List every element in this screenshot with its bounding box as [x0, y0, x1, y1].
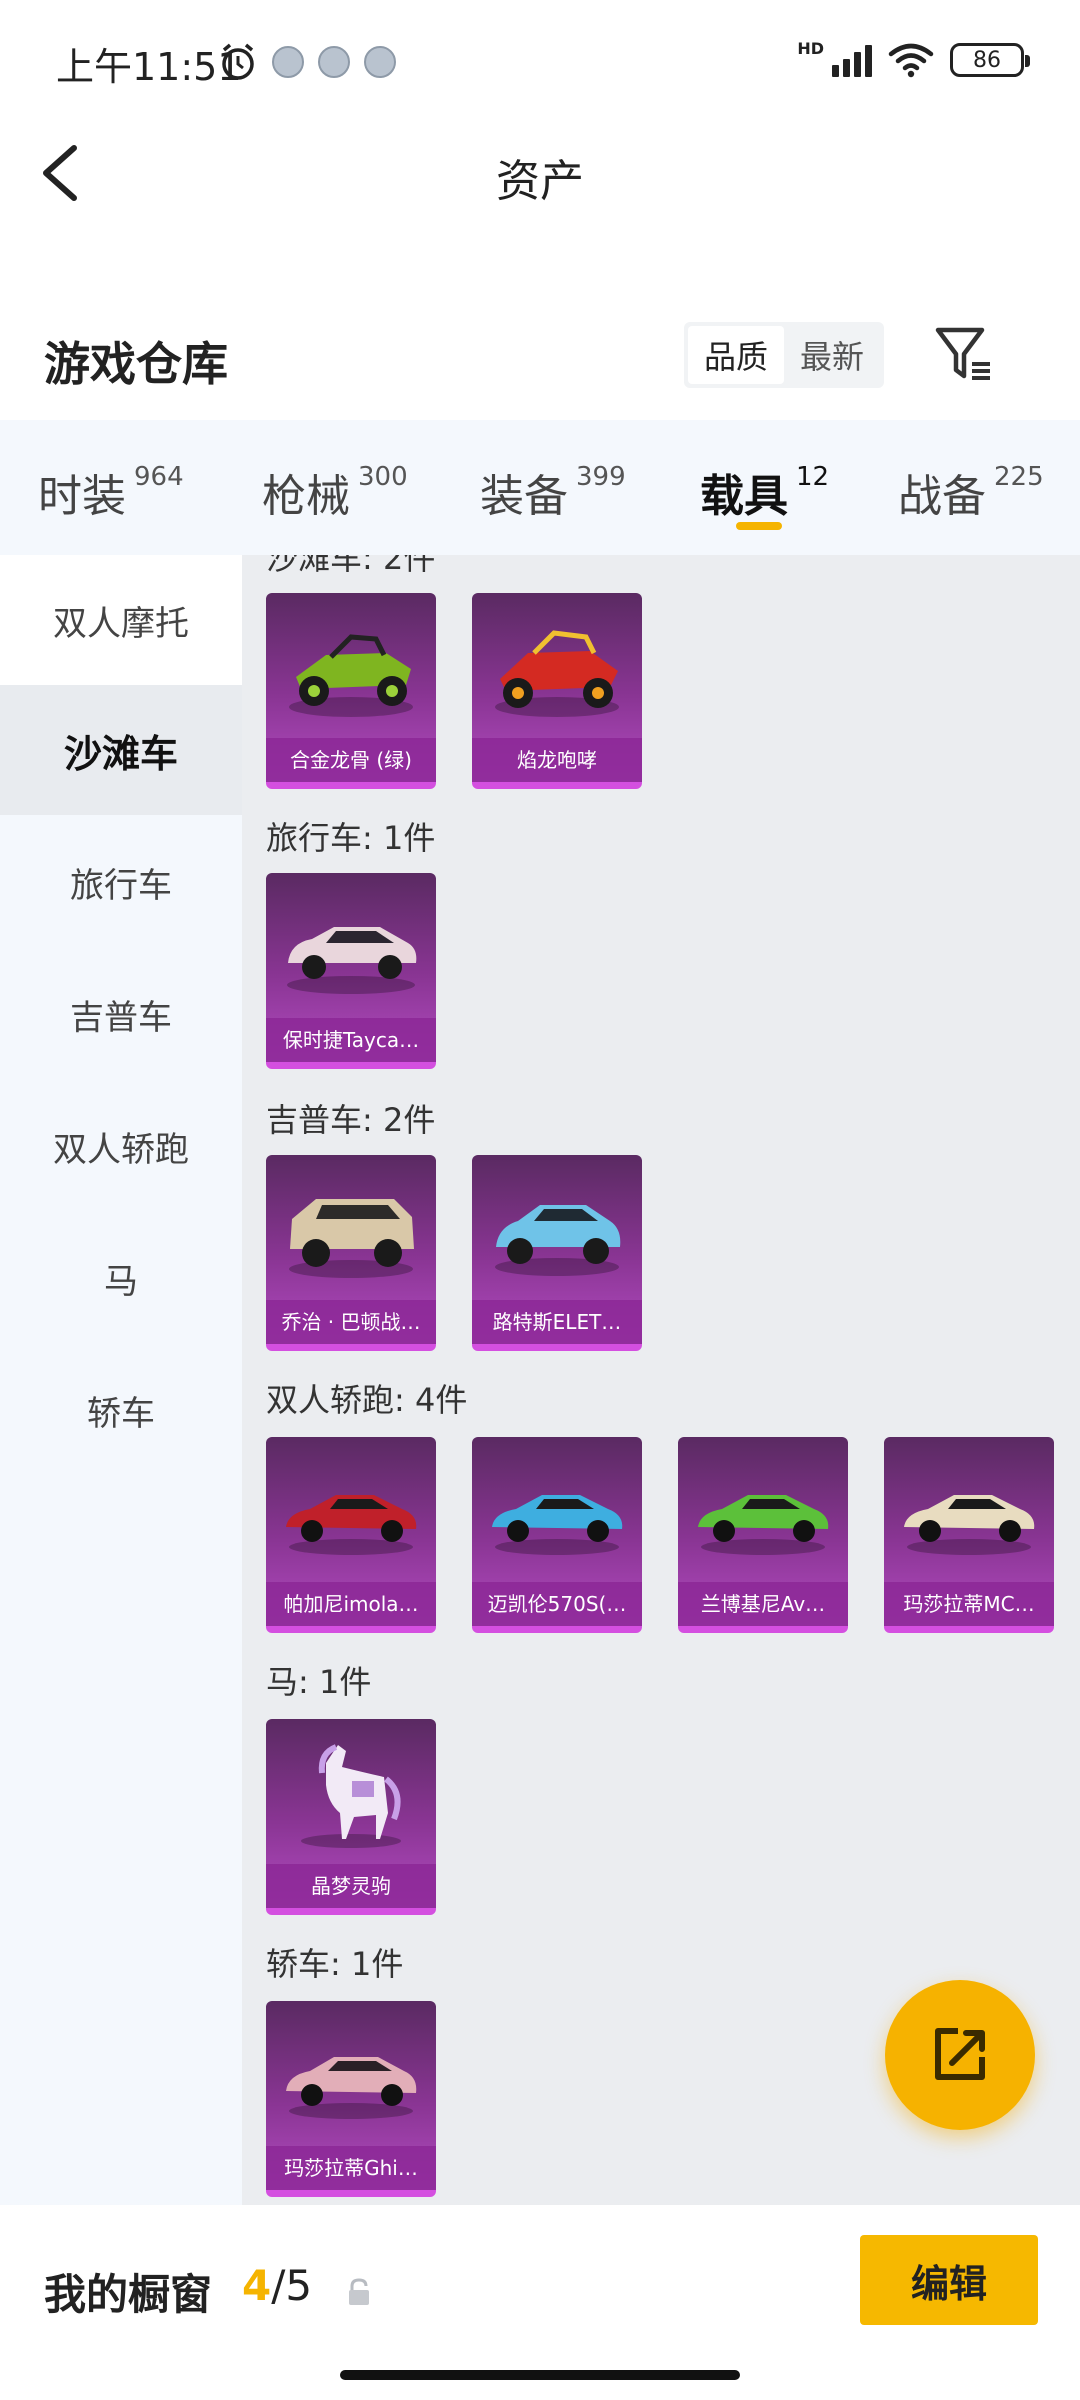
crystal-horse-image — [301, 1744, 401, 1848]
section-label: 双人轿跑: 4件 — [266, 1381, 468, 1419]
tab-label: 时装 — [38, 471, 126, 522]
tab-guns[interactable]: 枪械 300 — [262, 460, 408, 524]
vehicle-name: 兰博基尼Av… — [678, 1582, 848, 1626]
beige-suv-image — [289, 1199, 414, 1278]
battery-level: 86 — [973, 47, 1001, 73]
blue-suv-image — [495, 1205, 621, 1276]
tab-equipment[interactable]: 装备 399 — [480, 460, 626, 524]
vehicle-name: 路特斯ELET… — [472, 1300, 642, 1344]
status-bar: 上午11:51 HD 86 — [0, 0, 1080, 120]
showcase-label: 我的橱窗 — [44, 2270, 213, 2319]
share-button[interactable] — [885, 1980, 1035, 2130]
green-buggy-image — [289, 634, 413, 717]
vehicle-name: 迈凯伦570S(… — [472, 1582, 642, 1626]
alarm-icon — [222, 43, 254, 80]
section-label: 吉普车: 2件 — [266, 1101, 436, 1139]
section-label: 轿车: 1件 — [266, 1945, 404, 1983]
showcase-current: 4 — [242, 2261, 272, 2310]
warehouse-title: 游戏仓库 — [44, 337, 228, 391]
sidebar-item-horse[interactable]: 马 — [0, 1213, 242, 1343]
vehicle-grid: 沙滩车: 2件 合金龙骨 (绿) 焰龙咆哮 旅行车: 1件 保时捷Tayca… — [242, 555, 1080, 2205]
vehicle-card[interactable]: 路特斯ELET… — [472, 1155, 642, 1351]
red-coupe-image — [286, 1495, 417, 1555]
vehicle-card[interactable]: 帕加尼imola… — [266, 1437, 436, 1633]
tab-vehicles[interactable]: 载具 12 — [700, 460, 829, 524]
app-notification-icon — [364, 46, 396, 78]
app-notification-icon — [272, 46, 304, 78]
share-icon — [935, 2028, 985, 2080]
battery-icon: 86 — [950, 43, 1030, 77]
pink-sedan-image — [286, 2057, 417, 2119]
category-tabs: 时装 964 枪械 300 装备 399 载具 12 战备 225 — [0, 420, 1080, 555]
tab-label: 战备 — [898, 471, 986, 522]
vehicle-name: 晶梦灵驹 — [266, 1864, 436, 1908]
sort-toggle: 品质 最新 — [684, 322, 884, 388]
vehicle-name: 帕加尼imola… — [266, 1582, 436, 1626]
tab-count: 964 — [134, 462, 184, 492]
section-label: 马: 1件 — [266, 1663, 372, 1701]
pink-wagon-image — [287, 927, 417, 994]
vehicle-name: 保时捷Tayca… — [266, 1018, 436, 1062]
signal-icon — [832, 43, 872, 77]
vehicle-card[interactable]: 兰博基尼Av… — [678, 1437, 848, 1633]
sidebar-item-beach-buggy[interactable]: 沙滩车 — [0, 685, 242, 815]
app-notification-icon — [318, 46, 350, 78]
vehicle-name: 乔治 · 巴顿战… — [266, 1300, 436, 1344]
sidebar-item-sedan[interactable]: 轿车 — [0, 1345, 242, 1475]
hd-label: HD — [797, 38, 824, 58]
vehicle-card[interactable]: 保时捷Tayca… — [266, 873, 436, 1069]
home-indicator[interactable] — [340, 2370, 740, 2380]
tab-fashion[interactable]: 时装 964 — [38, 460, 184, 524]
tab-label: 枪械 — [262, 471, 350, 522]
sidebar-item-double-motorcycle[interactable]: 双人摩托 — [0, 555, 242, 685]
page-title: 资产 — [496, 156, 584, 207]
vehicle-card[interactable]: 玛莎拉蒂MC… — [884, 1437, 1054, 1633]
vehicle-card[interactable]: 乔治 · 巴顿战… — [266, 1155, 436, 1351]
status-indicators: HD 86 — [797, 38, 1030, 82]
vehicle-card[interactable]: 合金龙骨 (绿) — [266, 593, 436, 789]
vehicle-card[interactable]: 晶梦灵驹 — [266, 1719, 436, 1915]
tab-label: 载具 — [700, 471, 788, 522]
tab-count: 399 — [576, 462, 626, 492]
status-time: 上午11:51 — [56, 45, 242, 89]
vehicle-type-sidebar: 双人摩托 沙滩车 旅行车 吉普车 双人轿跑 马 轿车 — [0, 555, 242, 2205]
active-tab-indicator — [736, 522, 782, 530]
tab-battle-gear[interactable]: 战备 225 — [898, 460, 1044, 524]
lock-icon — [349, 2278, 369, 2305]
vehicle-card[interactable]: 玛莎拉蒂Ghi… — [266, 2001, 436, 2197]
green-coupe-image — [698, 1495, 829, 1555]
sort-quality-button[interactable]: 品质 — [688, 326, 784, 384]
vehicle-name: 焰龙咆哮 — [472, 738, 642, 782]
vehicle-name: 玛莎拉蒂MC… — [884, 1582, 1054, 1626]
filter-icon[interactable] — [932, 320, 996, 386]
wifi-icon — [888, 43, 934, 78]
sidebar-item-wagon[interactable]: 旅行车 — [0, 817, 242, 947]
cream-coupe-image — [904, 1495, 1035, 1555]
tab-label: 装备 — [480, 471, 568, 522]
section-label: 沙滩车: 2件 — [266, 555, 436, 577]
edit-button[interactable]: 编辑 — [860, 2235, 1038, 2325]
showcase-total: 5 — [285, 2261, 313, 2310]
section-label: 旅行车: 1件 — [266, 819, 436, 857]
blue-coupe-image — [492, 1495, 623, 1555]
tab-count: 225 — [994, 462, 1044, 492]
showcase-count: 4/5 — [242, 2261, 312, 2310]
tab-count: 12 — [796, 462, 830, 492]
showcase-separator: / — [271, 2261, 286, 2310]
sidebar-item-coupe[interactable]: 双人轿跑 — [0, 1081, 242, 1211]
vehicle-card[interactable]: 焰龙咆哮 — [472, 593, 642, 789]
tab-count: 300 — [358, 462, 408, 492]
vehicle-card[interactable]: 迈凯伦570S(… — [472, 1437, 642, 1633]
sidebar-item-jeep[interactable]: 吉普车 — [0, 949, 242, 1079]
red-buggy-image — [495, 630, 619, 717]
vehicle-name: 玛莎拉蒂Ghi… — [266, 2146, 436, 2190]
sort-newest-button[interactable]: 最新 — [784, 326, 880, 384]
vehicle-name: 合金龙骨 (绿) — [266, 738, 436, 782]
